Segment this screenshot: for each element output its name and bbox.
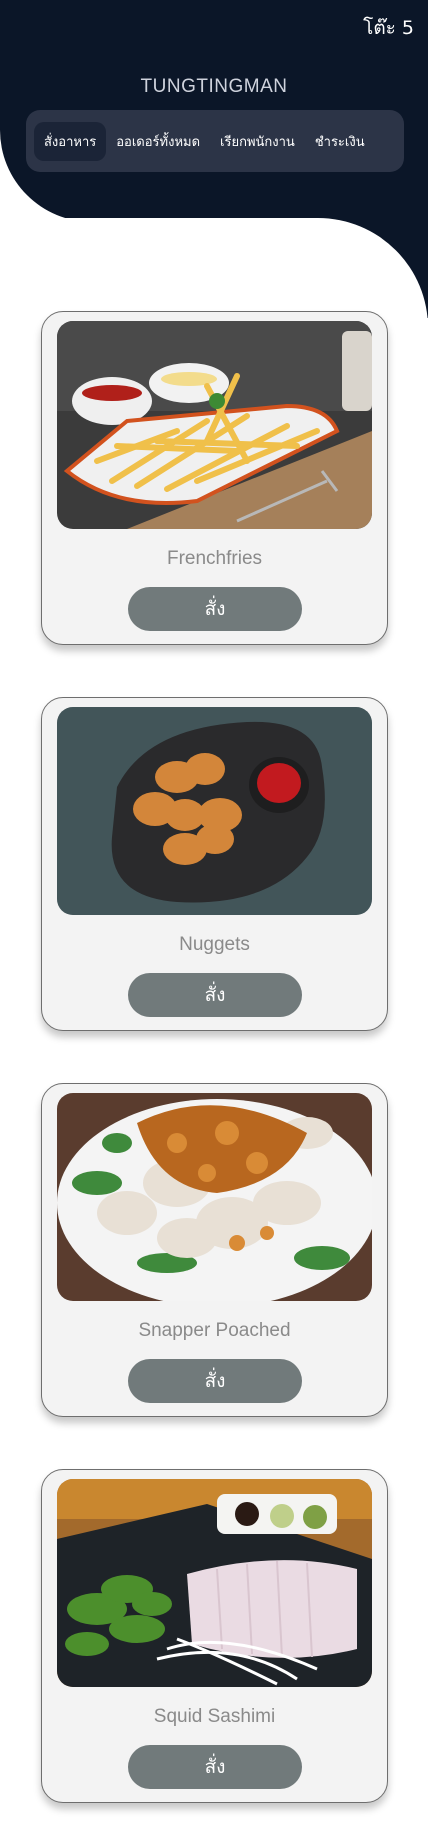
table-number: โต๊ะ 5 xyxy=(363,17,414,39)
nav-all-orders[interactable]: ออเดอร์ทั้งหมด xyxy=(106,122,210,161)
nav-checkout[interactable]: ชำระเงิน xyxy=(305,122,375,161)
item-name: Nuggets xyxy=(179,934,250,955)
nav-call-staff[interactable]: เรียกพนักงาน xyxy=(210,122,305,161)
squid-sashimi-photo xyxy=(57,1479,372,1687)
menu-card-frenchfries: Frenchfries สั่ง xyxy=(41,311,388,645)
order-button[interactable]: สั่ง xyxy=(128,1745,302,1789)
nav-bar: สั่งอาหาร ออเดอร์ทั้งหมด เรียกพนักงาน ชำ… xyxy=(26,110,404,172)
order-button[interactable]: สั่ง xyxy=(128,587,302,631)
frenchfries-photo xyxy=(57,321,372,529)
nuggets-photo xyxy=(57,707,372,915)
order-button[interactable]: สั่ง xyxy=(128,973,302,1017)
brand-title: TUNGTINGMAN xyxy=(140,76,288,97)
item-name: Frenchfries xyxy=(166,548,263,569)
snapper-photo xyxy=(57,1093,372,1301)
header-curve xyxy=(0,218,428,318)
item-name: Snapper Poached xyxy=(138,1320,291,1341)
menu-card-nuggets: Nuggets สั่ง xyxy=(41,697,388,1031)
item-name: Squid Sashimi xyxy=(153,1706,276,1727)
menu-card-squid-sashimi: Squid Sashimi สั่ง xyxy=(41,1469,388,1803)
nav-order-food[interactable]: สั่งอาหาร xyxy=(34,121,107,161)
menu-card-snapper-poached: Snapper Poached สั่ง xyxy=(41,1083,388,1417)
order-button[interactable]: สั่ง xyxy=(128,1359,302,1403)
